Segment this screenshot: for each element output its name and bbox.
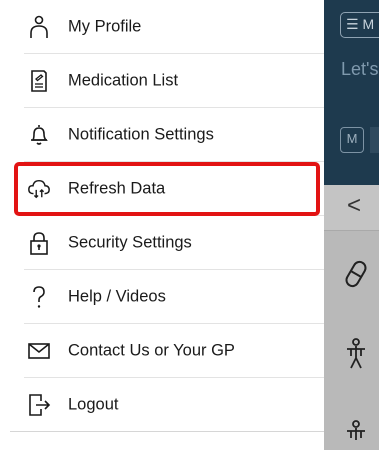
background-chip: M bbox=[340, 127, 364, 153]
person-standing-icon bbox=[347, 338, 365, 369]
menu-item-logout[interactable]: Logout bbox=[0, 378, 324, 432]
menu-item-label: Contact Us or Your GP bbox=[68, 341, 235, 360]
background-app: ☰ M Let's Thac M < bbox=[324, 0, 379, 450]
envelope-icon bbox=[27, 339, 51, 363]
menu-item-contact-us[interactable]: Contact Us or Your GP bbox=[0, 324, 324, 378]
menu-item-label: Help / Videos bbox=[68, 287, 166, 306]
menu-item-help-videos[interactable]: Help / Videos bbox=[0, 270, 324, 324]
person-icon bbox=[27, 15, 51, 39]
lock-icon bbox=[27, 231, 51, 255]
menu-item-label: Notification Settings bbox=[68, 125, 214, 144]
menu-item-my-profile[interactable]: My Profile bbox=[0, 0, 324, 54]
pill-icon bbox=[345, 260, 367, 288]
drawer-bottom-divider bbox=[10, 431, 324, 432]
background-header: ☰ M Let's Thac M bbox=[324, 0, 379, 185]
navigation-drawer: My Profile Medication List Notification … bbox=[0, 0, 324, 450]
background-chip-partial bbox=[370, 127, 379, 153]
background-subbar: < bbox=[324, 185, 379, 231]
person-standing-icon-2 bbox=[347, 420, 365, 440]
menu-item-label: My Profile bbox=[68, 17, 142, 36]
background-greeting: Let's Thac bbox=[341, 59, 379, 79]
bell-icon bbox=[27, 123, 51, 147]
menu-item-label: Medication List bbox=[68, 71, 179, 90]
background-menu-button: ☰ M bbox=[340, 12, 379, 38]
menu-item-security-settings[interactable]: Security Settings bbox=[0, 216, 324, 270]
menu-item-notification-settings[interactable]: Notification Settings bbox=[0, 108, 324, 162]
document-icon bbox=[27, 69, 51, 93]
menu-item-label: Logout bbox=[68, 395, 119, 414]
question-icon bbox=[27, 285, 51, 309]
menu-item-label: Security Settings bbox=[68, 233, 192, 252]
chevron-left-icon: < bbox=[347, 192, 362, 219]
menu-item-medication-list[interactable]: Medication List bbox=[0, 54, 324, 108]
logout-icon bbox=[27, 393, 51, 417]
refresh-data-highlight bbox=[14, 162, 320, 216]
